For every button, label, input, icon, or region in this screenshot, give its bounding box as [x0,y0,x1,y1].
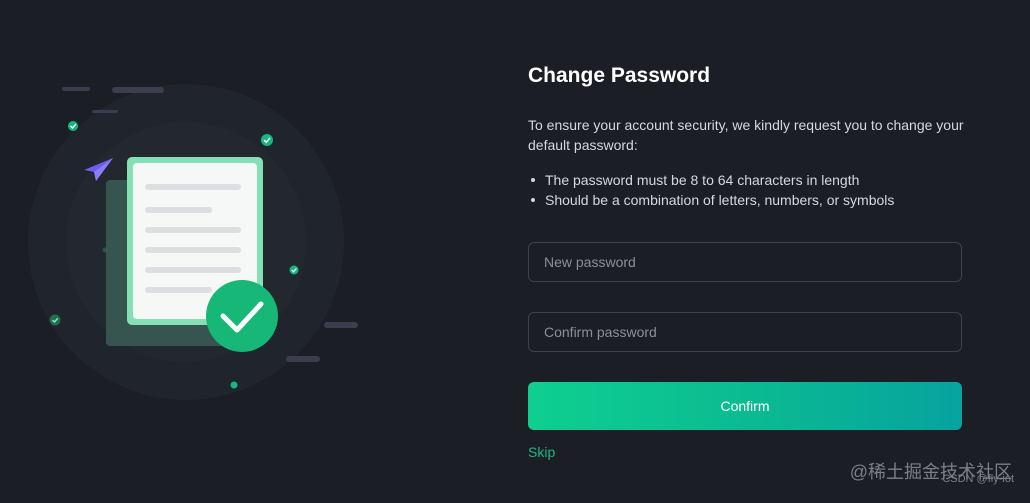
page-title: Change Password [528,64,711,87]
watermark-source: CSDN @fly-iot [942,473,1014,485]
small-check-badge-icon [230,381,238,389]
check-circle-icon [206,280,278,352]
small-check-badge-icon [289,265,299,275]
decor-dash [62,87,90,91]
new-password-input[interactable] [528,242,962,282]
skip-link[interactable]: Skip [528,444,555,460]
password-rules-list: The password must be 8 to 64 characters … [528,170,894,210]
small-check-badge-icon [49,314,61,326]
decor-dash [92,110,118,113]
small-check-badge-icon [261,134,273,146]
password-rule-length: The password must be 8 to 64 characters … [528,170,894,190]
password-rule-composition: Should be a combination of letters, numb… [528,190,894,210]
decor-dash [324,322,358,328]
decor-dash [286,356,320,362]
small-check-badge-icon [68,121,78,131]
confirm-password-input[interactable] [528,312,962,352]
form-description: To ensure your account security, we kind… [528,117,964,153]
decor-dash [112,87,164,93]
illustration [0,0,420,498]
security-illustration [28,84,358,400]
confirm-button[interactable]: Confirm [528,382,962,430]
